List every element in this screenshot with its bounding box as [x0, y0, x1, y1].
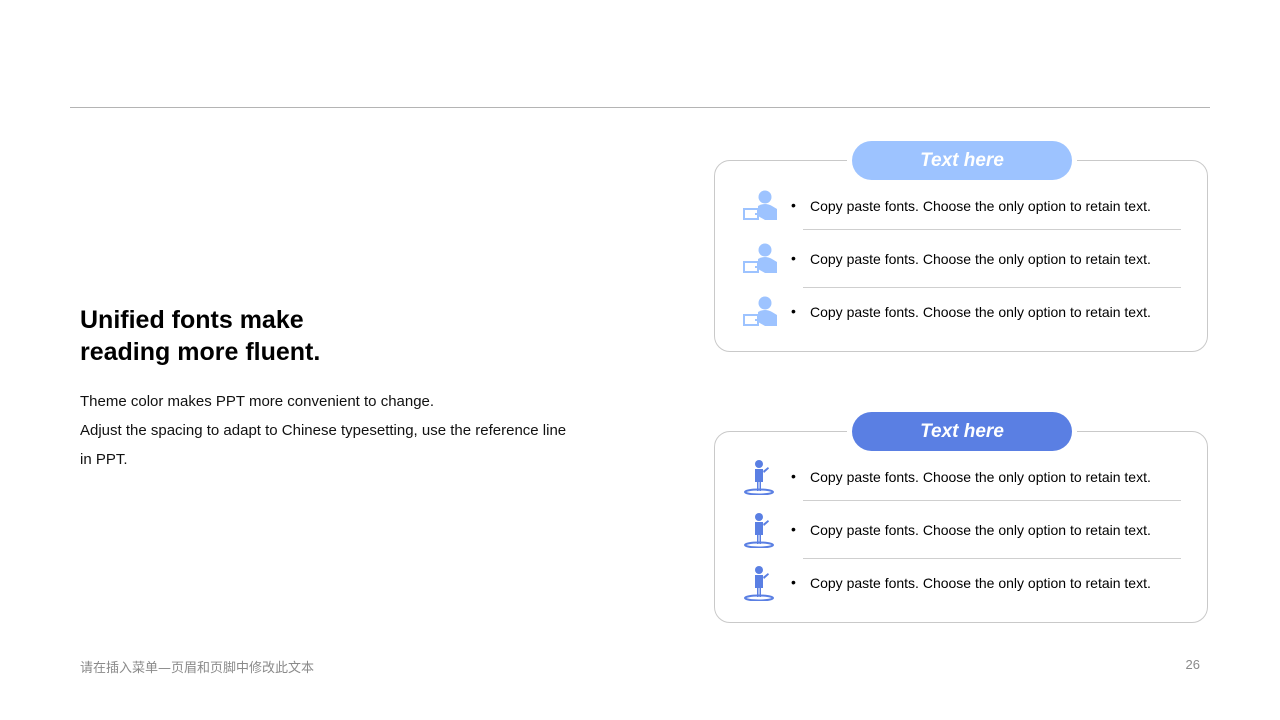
bullet: •: [791, 250, 796, 266]
body-line: Adjust the spacing to adapt to Chinese t…: [80, 422, 567, 439]
presenter-icon: [743, 190, 777, 220]
body-line: Theme color makes PPT more convenient to…: [80, 393, 435, 410]
row-divider: [803, 287, 1181, 288]
header-divider: [70, 107, 1210, 108]
heading-line: reading more fluent.: [80, 338, 321, 366]
info-card-1: Text here • Copy paste fonts. Choose the…: [714, 141, 1208, 352]
slide-body-text: Theme color makes PPT more convenient to…: [80, 387, 620, 474]
row-divider: [803, 500, 1181, 501]
bullet: •: [791, 521, 796, 537]
page-number: 26: [1185, 657, 1200, 672]
info-card-2: Text here • Copy paste fonts. Choose the…: [714, 412, 1208, 623]
heading-line: Unified fonts make: [80, 306, 304, 334]
standing-person-icon: [744, 513, 774, 548]
list-item: • Copy paste fonts. Choose the only opti…: [715, 186, 1207, 226]
list-item: • Copy paste fonts. Choose the only opti…: [715, 239, 1207, 279]
list-item-text: Copy paste fonts. Choose the only option…: [810, 522, 1151, 538]
standing-person-icon: [744, 566, 774, 601]
slide-heading: Unified fonts make reading more fluent.: [80, 304, 500, 368]
list-item: • Copy paste fonts. Choose the only opti…: [715, 292, 1207, 332]
card-title-pill: Text here: [852, 412, 1072, 451]
bullet: •: [791, 574, 796, 590]
row-divider: [803, 229, 1181, 230]
bullet: •: [791, 303, 796, 319]
list-item-text: Copy paste fonts. Choose the only option…: [810, 304, 1151, 320]
list-item: • Copy paste fonts. Choose the only opti…: [715, 563, 1207, 603]
list-item-text: Copy paste fonts. Choose the only option…: [810, 575, 1151, 591]
body-line: in PPT.: [80, 451, 128, 468]
list-item: • Copy paste fonts. Choose the only opti…: [715, 457, 1207, 497]
list-item-text: Copy paste fonts. Choose the only option…: [810, 251, 1151, 267]
list-item: • Copy paste fonts. Choose the only opti…: [715, 510, 1207, 550]
footer-text: 请在插入菜单—页眉和页脚中修改此文本: [80, 661, 315, 676]
standing-person-icon: [744, 460, 774, 495]
list-item-text: Copy paste fonts. Choose the only option…: [810, 469, 1151, 485]
bullet: •: [791, 197, 796, 213]
presenter-icon: [743, 243, 777, 273]
list-item-text: Copy paste fonts. Choose the only option…: [810, 198, 1151, 214]
presenter-icon: [743, 296, 777, 326]
bullet: •: [791, 468, 796, 484]
card-title-pill: Text here: [852, 141, 1072, 180]
row-divider: [803, 558, 1181, 559]
